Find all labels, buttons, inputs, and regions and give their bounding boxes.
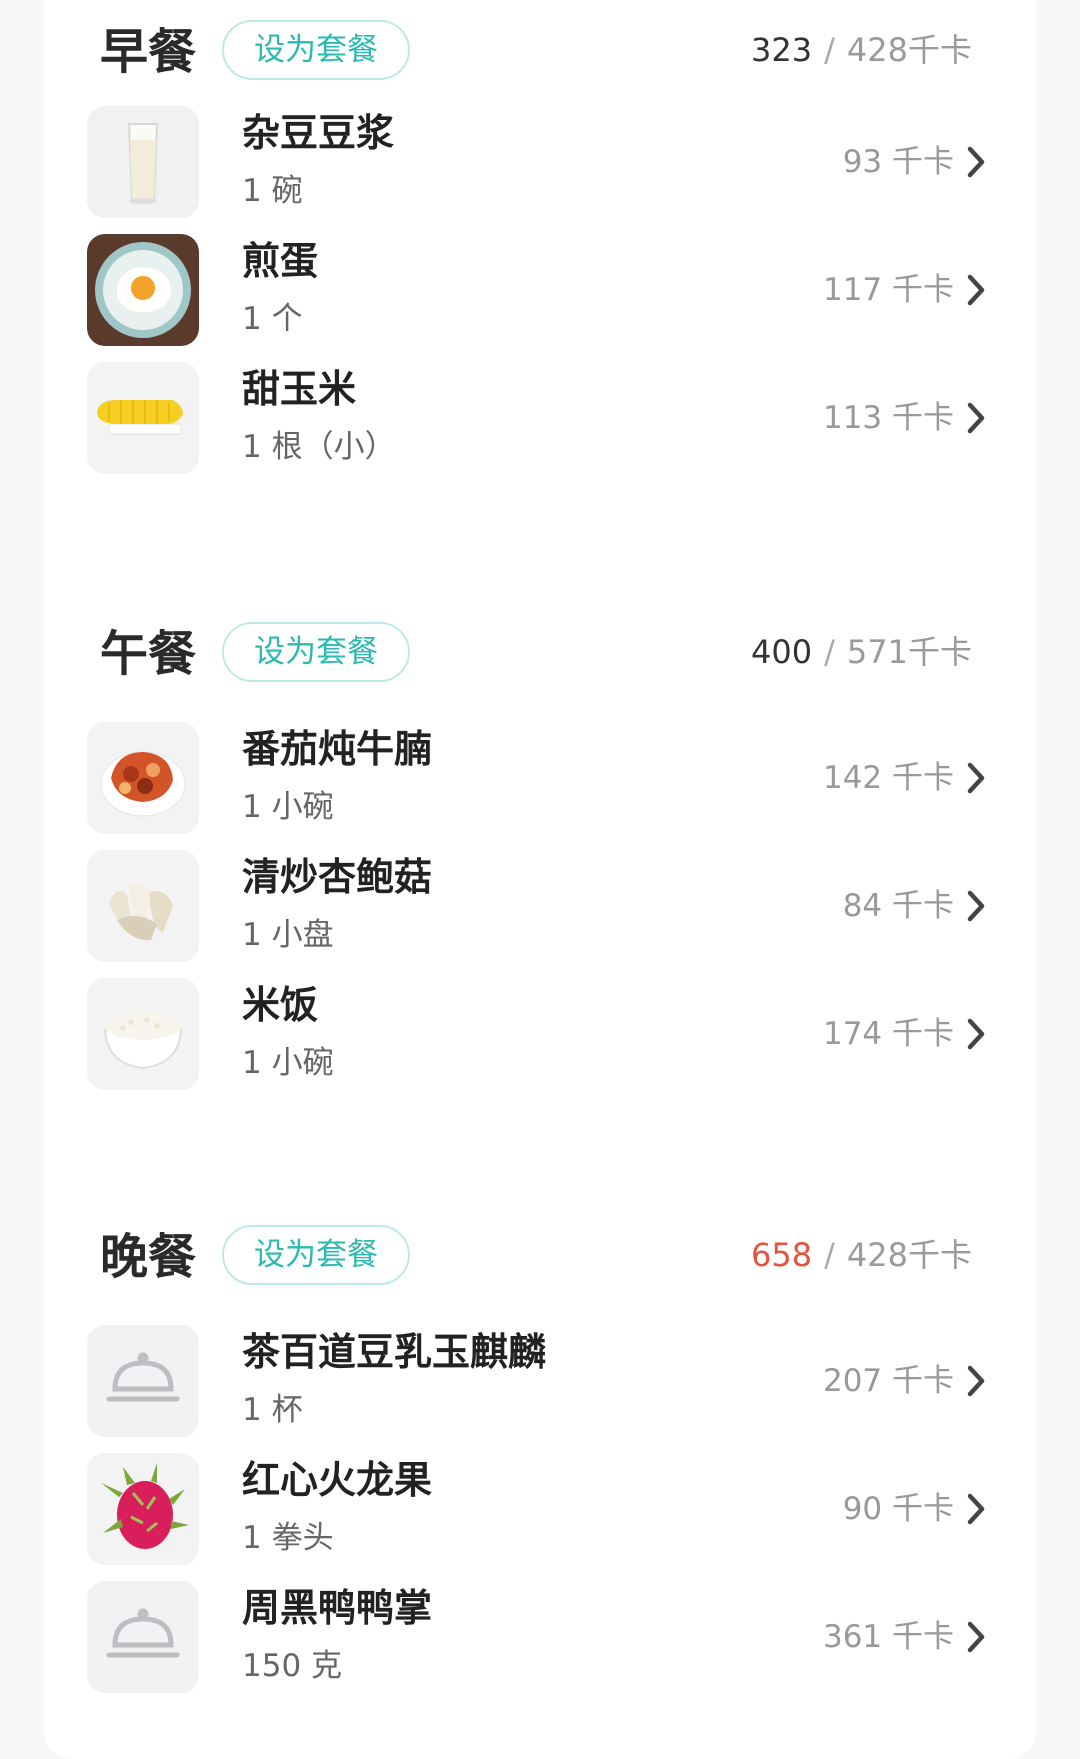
kcal-summary: 658 / 428千卡: [751, 1233, 972, 1277]
chevron-right-icon: [962, 1363, 990, 1399]
meal-header: 午餐 设为套餐 400 / 571千卡: [44, 616, 1036, 686]
food-item[interactable]: 米饭 1 小碗 174 千卡: [44, 978, 1036, 1098]
food-name: 米饭: [242, 983, 319, 1027]
chevron-right-icon: [962, 1491, 990, 1527]
food-quantity: 1 杯: [242, 1392, 303, 1428]
food-kcal: 174 千卡: [822, 1016, 954, 1052]
food-name: 甜玉米: [242, 367, 357, 411]
food-item[interactable]: 红心火龙果 1 拳头 90 千卡: [44, 1453, 1036, 1573]
meal-title: 早餐: [100, 24, 197, 80]
chevron-right-icon: [962, 144, 990, 180]
food-quantity: 150 克: [242, 1648, 343, 1684]
kcal-separator: /: [824, 633, 835, 671]
rice-bowl-icon: [87, 978, 199, 1090]
chevron-right-icon: [962, 760, 990, 796]
food-quantity: 1 小碗: [242, 1045, 334, 1081]
kcal-separator: /: [824, 31, 835, 69]
food-quantity: 1 个: [242, 301, 303, 337]
mushroom-dish-icon: [87, 850, 199, 962]
food-item[interactable]: 煎蛋 1 个 117 千卡: [44, 234, 1036, 354]
food-kcal: 113 千卡: [822, 400, 954, 436]
corn-icon: [87, 362, 199, 474]
food-kcal: 84 千卡: [842, 888, 954, 924]
food-name: 清炒杏鲍菇: [242, 855, 433, 899]
chevron-right-icon: [962, 1016, 990, 1052]
food-quantity: 1 拳头: [242, 1520, 334, 1556]
kcal-current: 323: [751, 31, 813, 69]
set-as-combo-button[interactable]: 设为套餐: [222, 1225, 410, 1285]
set-as-combo-button[interactable]: 设为套餐: [222, 622, 410, 682]
meal-log-card: 早餐 设为套餐 323 / 428千卡 杂豆豆浆 1 碗 93 千卡 煎蛋 1 个 …: [44, 0, 1036, 1759]
food-item[interactable]: 清炒杏鲍菇 1 小盘 84 千卡: [44, 850, 1036, 970]
chevron-right-icon: [962, 400, 990, 436]
food-cloche-icon: [87, 1581, 199, 1693]
food-kcal: 93 千卡: [842, 144, 954, 180]
kcal-summary: 323 / 428千卡: [751, 28, 972, 72]
food-quantity: 1 碗: [242, 173, 303, 209]
kcal-current: 400: [751, 633, 813, 671]
food-item[interactable]: 番茄炖牛腩 1 小碗 142 千卡: [44, 722, 1036, 842]
dragon-fruit-icon: [87, 1453, 199, 1565]
kcal-target: 571千卡: [846, 633, 972, 671]
chevron-right-icon: [962, 1619, 990, 1655]
food-quantity: 1 小盘: [242, 917, 334, 953]
meal-title: 午餐: [100, 626, 197, 682]
food-item[interactable]: 杂豆豆浆 1 碗 93 千卡: [44, 106, 1036, 226]
tomato-beef-stew-icon: [87, 722, 199, 834]
food-kcal: 90 千卡: [842, 1491, 954, 1527]
chevron-right-icon: [962, 888, 990, 924]
food-cloche-icon: [87, 1325, 199, 1437]
meal-title: 晚餐: [100, 1229, 197, 1285]
soy-milk-glass-icon: [87, 106, 199, 218]
food-kcal: 117 千卡: [822, 272, 954, 308]
food-name: 周黑鸭鸭掌: [242, 1586, 433, 1630]
food-kcal: 142 千卡: [822, 760, 954, 796]
chevron-right-icon: [962, 272, 990, 308]
food-name: 红心火龙果: [242, 1458, 433, 1502]
food-name: 杂豆豆浆: [242, 111, 395, 155]
food-kcal: 361 千卡: [822, 1619, 954, 1655]
food-name: 煎蛋: [242, 239, 319, 283]
food-quantity: 1 小碗: [242, 789, 334, 825]
food-item[interactable]: 周黑鸭鸭掌 150 克 361 千卡: [44, 1581, 1036, 1701]
set-as-combo-button[interactable]: 设为套餐: [222, 20, 410, 80]
food-name: 茶百道豆乳玉麒麟: [242, 1330, 547, 1374]
fried-egg-icon: [87, 234, 199, 346]
food-kcal: 207 千卡: [822, 1363, 954, 1399]
meal-header: 晚餐 设为套餐 658 / 428千卡: [44, 1219, 1036, 1289]
kcal-separator: /: [824, 1236, 835, 1274]
food-item[interactable]: 茶百道豆乳玉麒麟 1 杯 207 千卡: [44, 1325, 1036, 1445]
food-name: 番茄炖牛腩: [242, 727, 433, 771]
food-quantity: 1 根（小）: [242, 429, 396, 465]
kcal-summary: 400 / 571千卡: [751, 630, 972, 674]
kcal-target: 428千卡: [846, 1236, 972, 1274]
meal-header: 早餐 设为套餐 323 / 428千卡: [44, 14, 1036, 84]
kcal-current-over: 658: [751, 1236, 813, 1274]
food-item[interactable]: 甜玉米 1 根（小） 113 千卡: [44, 362, 1036, 482]
kcal-target: 428千卡: [846, 31, 972, 69]
